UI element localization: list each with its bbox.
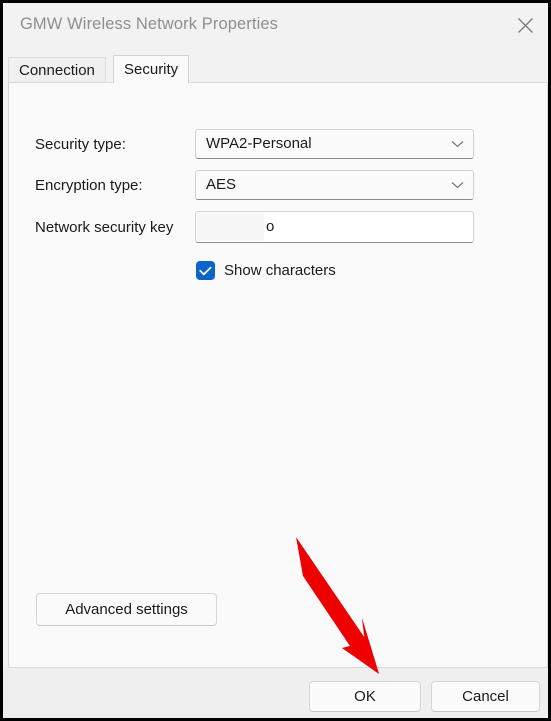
encryption-type-label: Encryption type: [35, 177, 143, 194]
network-security-key-label: Network security key [35, 219, 174, 236]
ok-button-label: OK [354, 688, 376, 705]
chevron-down-icon [451, 171, 464, 199]
ok-button[interactable]: OK [309, 681, 421, 712]
checkmark-icon [199, 266, 212, 275]
close-button[interactable] [503, 3, 548, 48]
security-type-value: WPA2-Personal [206, 135, 312, 152]
security-type-dropdown[interactable]: WPA2-Personal [195, 129, 474, 159]
close-x-icon [518, 18, 533, 33]
redaction-overlay [197, 213, 264, 241]
cancel-button-label: Cancel [462, 688, 509, 705]
advanced-settings-label: Advanced settings [65, 601, 188, 618]
dialog-footer: OK Cancel [3, 668, 548, 718]
tab-strip: Connection Security [8, 55, 548, 83]
cancel-button[interactable]: Cancel [431, 681, 540, 712]
network-security-key-value: o [266, 218, 275, 235]
show-characters-label: Show characters [224, 262, 336, 279]
tab-connection-label: Connection [19, 62, 95, 79]
network-security-key-input[interactable]: o [195, 211, 474, 243]
title-bar: GMW Wireless Network Properties [3, 3, 548, 48]
security-tab-panel: Security type: WPA2-Personal Encryption … [8, 82, 548, 668]
security-type-label: Security type: [35, 136, 126, 153]
tab-security-label: Security [124, 61, 179, 78]
show-characters-checkbox-row[interactable]: Show characters [196, 261, 336, 280]
tab-connection[interactable]: Connection [8, 57, 106, 83]
show-characters-checkbox[interactable] [196, 261, 215, 280]
advanced-settings-button[interactable]: Advanced settings [36, 593, 217, 626]
encryption-type-dropdown[interactable]: AES [195, 170, 474, 200]
encryption-type-value: AES [206, 176, 237, 193]
tab-security[interactable]: Security [113, 55, 190, 83]
window-title: GMW Wireless Network Properties [20, 15, 278, 33]
chevron-down-icon [451, 130, 464, 158]
network-properties-dialog: GMW Wireless Network Properties Connecti… [0, 0, 551, 721]
